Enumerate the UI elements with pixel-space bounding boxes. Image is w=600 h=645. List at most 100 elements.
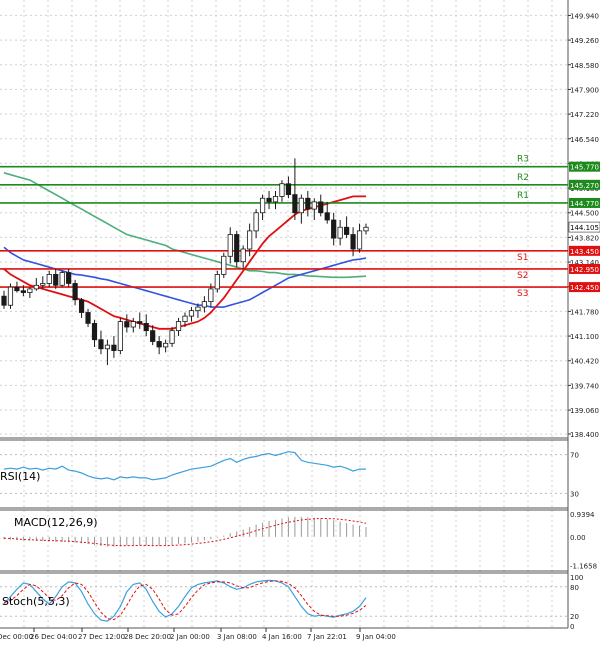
candle-bear bbox=[150, 330, 156, 342]
level-name-r3: R3 bbox=[517, 155, 529, 165]
level-price-label-r3: 145.770 bbox=[570, 164, 599, 172]
candle-bull bbox=[311, 201, 317, 210]
y-tick-label: 140.420 bbox=[570, 358, 599, 366]
level-price-label-r1: 144.770 bbox=[570, 200, 599, 208]
level-name-r1: R1 bbox=[517, 191, 529, 201]
candle-bull bbox=[195, 306, 201, 312]
candle-bull bbox=[27, 288, 33, 293]
candle-bear bbox=[331, 219, 337, 239]
trading-chart: R3 R2 R1 S1 S2 S3 RSI(14) MACD(12,26,9) Stoch… bbox=[0, 0, 600, 645]
candle-bear bbox=[91, 322, 98, 341]
y-tick-label: 141.100 bbox=[570, 333, 599, 341]
y-tick-label: 139.060 bbox=[570, 407, 599, 415]
x-tick-label: 26 Dec 04:00 bbox=[30, 633, 77, 641]
candle-bull bbox=[247, 230, 253, 250]
stoch-tick-label: 100 bbox=[570, 574, 583, 582]
candle-bull bbox=[33, 284, 39, 290]
x-tick-label: 3 Jan 08:00 bbox=[217, 633, 257, 641]
candle-bear bbox=[324, 212, 330, 221]
x-tick-label: 4 Jan 16:00 bbox=[262, 633, 302, 641]
candle-bull bbox=[130, 321, 136, 328]
x-tick-label: 25 Dec 00:00 bbox=[0, 633, 33, 641]
x-tick-label: 28 Dec 20:00 bbox=[124, 633, 171, 641]
level-price-label-s3: 142.450 bbox=[570, 284, 599, 292]
rsi-label: RSI(14) bbox=[0, 470, 40, 483]
macd-tick-label: 0.9394 bbox=[570, 511, 595, 519]
candle-bear bbox=[344, 226, 350, 235]
candle-bear bbox=[285, 183, 292, 196]
y-tick-label: 138.400 bbox=[570, 431, 599, 439]
current-price-label: 144.105 bbox=[570, 224, 599, 232]
candle-bull bbox=[201, 301, 207, 308]
candle-bull bbox=[272, 196, 279, 203]
candle-bear bbox=[20, 290, 26, 293]
candle-bear bbox=[234, 234, 240, 263]
candle-bull bbox=[188, 310, 195, 317]
candle-bull bbox=[214, 274, 220, 290]
candle-bull bbox=[227, 234, 233, 257]
stoch-tick-label: 0 bbox=[570, 623, 574, 631]
stoch-tick-label: 20 bbox=[570, 613, 579, 621]
level-name-r2: R2 bbox=[517, 173, 529, 183]
rsi-tick-label: 70 bbox=[570, 452, 579, 460]
x-tick-label: 9 Jan 04:00 bbox=[356, 633, 396, 641]
level-name-s1: S1 bbox=[517, 253, 528, 263]
candle-bear bbox=[305, 197, 311, 210]
candle-bull bbox=[240, 248, 246, 263]
level-price-label-s1: 143.450 bbox=[570, 248, 599, 256]
candle-bull bbox=[175, 321, 182, 332]
y-tick-label: 149.940 bbox=[570, 12, 599, 20]
x-tick-label: 27 Dec 12:00 bbox=[78, 633, 125, 641]
x-tick-label: 7 Jan 22:01 bbox=[307, 633, 347, 641]
candle-bear bbox=[292, 194, 298, 214]
y-tick-label: 141.780 bbox=[570, 308, 599, 316]
y-tick-label: 149.260 bbox=[570, 37, 599, 45]
candle-bull bbox=[221, 255, 227, 275]
candle-bull bbox=[46, 274, 52, 284]
y-tick-label: 143.820 bbox=[570, 234, 599, 242]
y-tick-label: 144.500 bbox=[570, 210, 599, 218]
stoch-label: Stoch(5,5,3) bbox=[2, 595, 70, 608]
candle-bull bbox=[59, 272, 65, 286]
macd-tick-label: -1.1658 bbox=[570, 562, 597, 570]
candle-bull bbox=[7, 286, 14, 306]
candle-bull bbox=[40, 283, 46, 286]
candle-bear bbox=[156, 341, 162, 348]
candle-bear bbox=[137, 321, 143, 324]
candle-bear bbox=[98, 339, 104, 350]
candle-bull bbox=[169, 330, 175, 344]
stoch-tick-label: 80 bbox=[570, 584, 579, 592]
macd-tick-label: 0.00 bbox=[570, 534, 586, 542]
candle-bull bbox=[104, 344, 111, 350]
candle-bull bbox=[279, 183, 285, 197]
candle-bull bbox=[117, 321, 123, 351]
candle-bear bbox=[53, 274, 59, 286]
candle-bear bbox=[14, 286, 20, 292]
y-tick-label: 146.540 bbox=[570, 136, 599, 144]
candle-bear bbox=[72, 283, 78, 301]
candle-bear bbox=[124, 321, 130, 328]
level-price-label-r2: 145.270 bbox=[570, 182, 599, 190]
macd-label: MACD(12,26,9) bbox=[14, 516, 98, 529]
y-tick-label: 148.580 bbox=[570, 62, 599, 70]
candle-bull bbox=[253, 212, 259, 232]
candle-bull bbox=[163, 342, 169, 348]
candle-bull bbox=[363, 226, 369, 232]
candle-bull bbox=[356, 230, 363, 250]
candle-bear bbox=[318, 201, 324, 214]
candle-bear bbox=[266, 197, 272, 203]
rsi-tick-label: 30 bbox=[570, 490, 579, 498]
candle-bear bbox=[1, 295, 7, 306]
candle-bear bbox=[111, 344, 117, 351]
y-tick-label: 139.740 bbox=[570, 382, 599, 390]
candle-bear bbox=[143, 322, 149, 332]
candle-bull bbox=[337, 226, 343, 239]
level-name-s3: S3 bbox=[517, 289, 528, 299]
candle-bull bbox=[298, 197, 304, 214]
candle-bull bbox=[259, 197, 266, 214]
candle-bear bbox=[85, 312, 91, 324]
level-name-s2: S2 bbox=[517, 271, 528, 281]
candle-bull bbox=[208, 288, 214, 303]
candle-bear bbox=[66, 272, 72, 284]
candle-bear bbox=[350, 234, 356, 250]
